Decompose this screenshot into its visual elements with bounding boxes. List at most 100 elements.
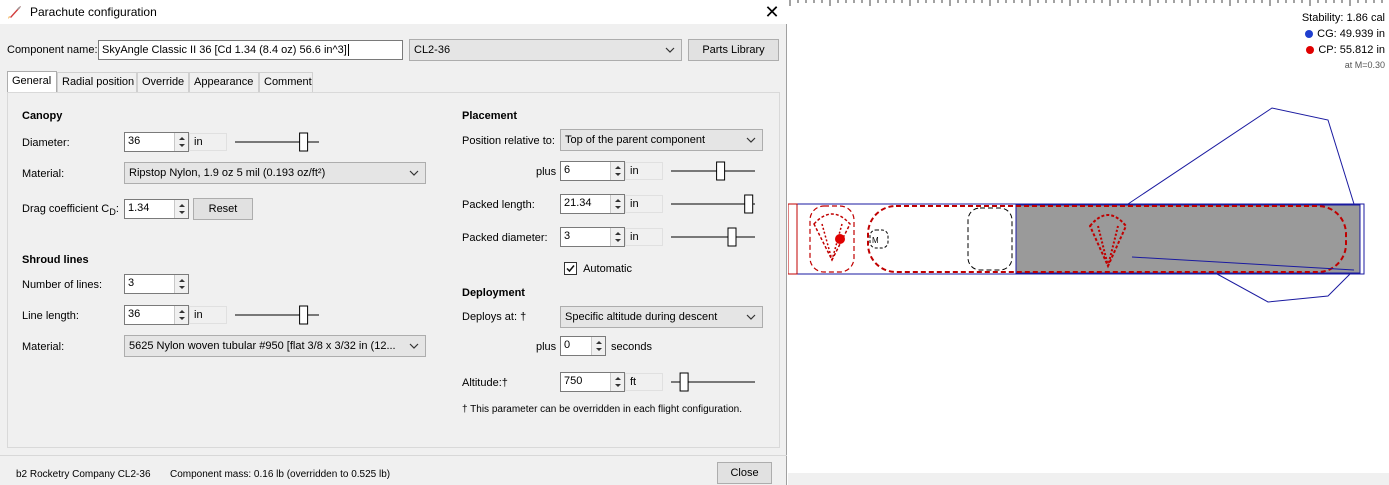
spinner-arrows-icon[interactable] <box>610 373 624 391</box>
component-name-input[interactable]: SkyAngle Classic II 36 [Cd 1.34 (8.4 oz)… <box>98 40 403 60</box>
upper-fin <box>1127 107 1355 205</box>
line-length-spinner[interactable]: 36 <box>124 305 189 325</box>
component-name-value: SkyAngle Classic II 36 [Cd 1.34 (8.4 oz)… <box>102 44 347 56</box>
cp-marker-icon <box>1306 46 1315 54</box>
tab-override[interactable]: Override <box>137 72 189 93</box>
top-ruler <box>789 0 1383 6</box>
placement-offset-slider[interactable] <box>668 160 758 182</box>
spinner-arrows-icon[interactable] <box>174 200 188 218</box>
placement-plus-label: plus <box>536 166 557 178</box>
tab-general[interactable]: General <box>7 71 57 93</box>
text-caret <box>347 44 349 56</box>
deploy-delay-unit: seconds <box>611 341 652 353</box>
spinner-arrows-icon[interactable] <box>610 228 624 246</box>
title-bar: Parachute configuration ✕ <box>0 0 787 24</box>
tab-radial-position[interactable]: Radial position <box>57 72 137 93</box>
altitude-value: 750 <box>564 375 583 387</box>
mach-text: at M=0.30 <box>1344 60 1385 70</box>
line-length-label: Line length: <box>22 310 79 322</box>
packed-length-unit[interactable]: in <box>625 195 663 213</box>
diameter-value: 36 <box>128 135 141 147</box>
number-of-lines-spinner[interactable]: 3 <box>124 274 189 294</box>
position-relative-label: Position relative to: <box>462 135 555 147</box>
rocket-figure-panel[interactable]: Stability: 1.86 cal CG: 49.939 in CP: 55… <box>788 0 1389 485</box>
diameter-unit[interactable]: in <box>189 133 227 151</box>
chevron-down-icon <box>409 170 419 176</box>
line-length-slider[interactable] <box>232 304 322 326</box>
chevron-down-icon <box>746 314 756 320</box>
component-mass-text: Component mass: 0.16 lb (overridden to 0… <box>170 469 391 480</box>
cp-text: CP: 55.812 in <box>1318 44 1385 56</box>
shroud-material-label: Material: <box>22 341 65 353</box>
packed-length-label: Packed length: <box>462 199 535 211</box>
parts-library-button[interactable]: Parts Library <box>688 39 779 61</box>
canopy-heading: Canopy <box>22 110 63 122</box>
canopy-material-label: Material: <box>22 168 65 180</box>
packed-diameter-unit[interactable]: in <box>625 228 663 246</box>
rocket-drawing: M <box>788 107 1365 303</box>
placement-heading: Placement <box>462 110 518 122</box>
close-window-button[interactable]: ✕ <box>760 1 784 23</box>
horizontal-scrollbar[interactable] <box>788 473 1389 485</box>
placement-offset-spinner[interactable]: 6 <box>560 161 625 181</box>
drag-coefficient-spinner[interactable]: 1.34 <box>124 199 189 219</box>
position-relative-value: Top of the parent component <box>565 134 706 146</box>
checkbox-checked-icon[interactable] <box>564 262 577 275</box>
reset-drag-button[interactable]: Reset <box>193 198 253 220</box>
deployment-heading: Deployment <box>462 287 525 299</box>
preset-value: CL2-36 <box>414 44 451 56</box>
deploys-at-select[interactable]: Specific altitude during descent <box>560 306 763 328</box>
drag-coefficient-value: 1.34 <box>128 202 150 214</box>
altitude-spinner[interactable]: 750 <box>560 372 625 392</box>
packed-length-slider[interactable] <box>668 193 758 215</box>
chevron-down-icon <box>746 137 756 143</box>
shroud-material-select[interactable]: 5625 Nylon woven tubular #950 [flat 3/8 … <box>124 335 426 357</box>
packed-diameter-spinner[interactable]: 3 <box>560 227 625 247</box>
tab-comment[interactable]: Comment <box>259 72 313 93</box>
placement-offset-unit[interactable]: in <box>625 162 663 180</box>
deploys-at-value: Specific altitude during descent <box>565 311 718 323</box>
number-of-lines-value: 3 <box>128 277 135 289</box>
bulkhead <box>788 203 798 275</box>
spinner-arrows-icon[interactable] <box>610 195 624 213</box>
drag-coefficient-subscript: D <box>109 207 116 218</box>
line-length-unit[interactable]: in <box>189 306 227 324</box>
packed-diameter-slider[interactable] <box>668 226 758 248</box>
spinner-arrows-icon[interactable] <box>174 306 188 324</box>
canopy-material-select[interactable]: Ripstop Nylon, 1.9 oz 5 mil (0.193 oz/ft… <box>124 162 426 184</box>
drag-coefficient-text: Drag coefficient C <box>22 203 110 215</box>
drag-coefficient-label: Drag coefficient CD: <box>22 203 119 217</box>
cg-marker-icon <box>1305 30 1314 38</box>
position-relative-select[interactable]: Top of the parent component <box>560 129 763 151</box>
placement-offset-value: 6 <box>564 164 571 176</box>
altitude-unit[interactable]: ft <box>625 373 663 391</box>
streamer-outline <box>967 207 1013 271</box>
packed-length-spinner[interactable]: 21.34 <box>560 194 625 214</box>
automatic-checkbox[interactable]: Automatic <box>564 262 632 275</box>
number-of-lines-label: Number of lines: <box>22 279 103 291</box>
diameter-slider[interactable] <box>232 131 322 153</box>
footer-divider <box>0 455 787 456</box>
tab-appearance[interactable]: Appearance <box>189 72 259 93</box>
parachute-packed-highlight <box>1015 204 1361 274</box>
preset-select[interactable]: CL2-36 <box>409 39 682 61</box>
packed-length-value: 21.34 <box>564 197 592 209</box>
manufacturer-text: b2 Rocketry Company CL2-36 <box>16 469 151 480</box>
close-button[interactable]: Close <box>717 462 772 484</box>
component-name-label: Component name: <box>7 44 98 56</box>
diameter-spinner[interactable]: 36 <box>124 132 189 152</box>
spinner-arrows-icon[interactable] <box>174 275 188 293</box>
altitude-slider[interactable] <box>668 371 758 393</box>
mass-glyph-icon: M <box>872 236 879 245</box>
diameter-label: Diameter: <box>22 137 70 149</box>
spinner-arrows-icon[interactable] <box>174 133 188 151</box>
automatic-label: Automatic <box>583 263 632 275</box>
packed-diameter-label: Packed diameter: <box>462 232 548 244</box>
spinner-arrows-icon[interactable] <box>610 162 624 180</box>
override-footnote: † This parameter can be overridden in ea… <box>462 404 742 415</box>
deploy-delay-spinner[interactable]: 0 <box>560 336 606 356</box>
stability-text: Stability: 1.86 cal <box>1301 12 1385 24</box>
deploy-delay-plus-label: plus <box>536 341 557 353</box>
spinner-arrows-icon[interactable] <box>591 337 605 355</box>
cg-readout: CG: 49.939 in <box>1302 28 1385 44</box>
